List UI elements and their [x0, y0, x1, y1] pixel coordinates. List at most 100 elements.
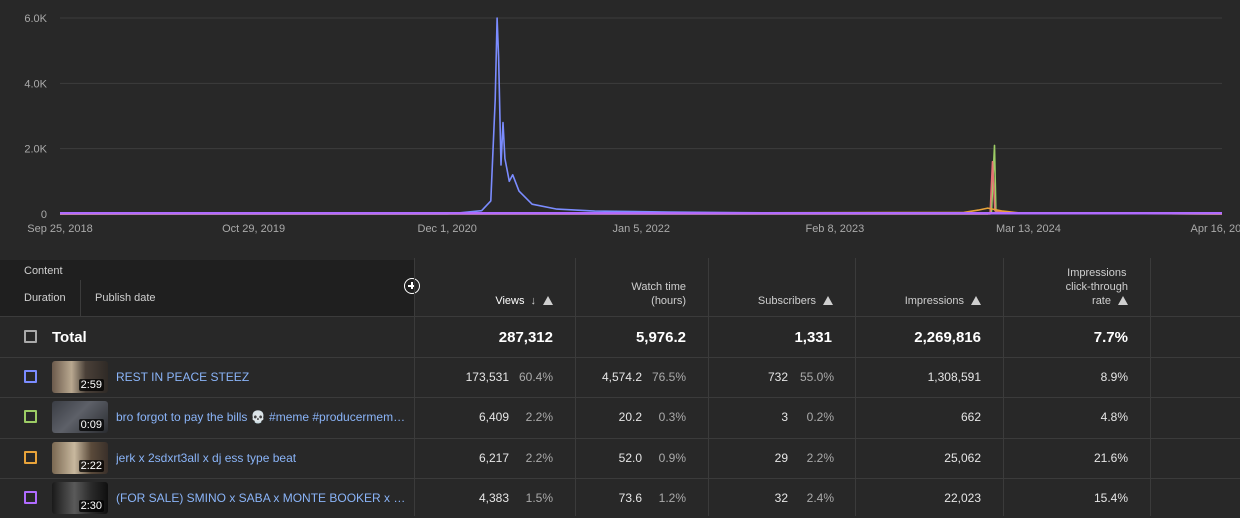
table-header: Content Duration Publish date Views ↓ Wat…	[0, 258, 1240, 316]
table-row[interactable]: 2:30 (FOR SALE) SMINO x SABA x MONTE BOO…	[0, 478, 1240, 518]
x-tick-label: Feb 8, 2023	[805, 223, 864, 235]
watch-time-header-line2: (hours)	[631, 294, 686, 308]
subscribers-percent: 0.2%	[807, 410, 834, 424]
warning-icon[interactable]	[971, 296, 981, 305]
ctr-value: 21.6%	[1094, 451, 1128, 465]
chart-series	[60, 18, 1222, 214]
ctr-value: 4.8%	[1101, 410, 1128, 424]
watch-time-percent: 0.9%	[659, 451, 686, 465]
duration-badge: 0:09	[79, 419, 104, 431]
ctr-header-line1: Impressions	[1066, 266, 1128, 280]
duration-sort-button[interactable]: Duration	[24, 292, 66, 304]
total-views: 287,312	[499, 329, 553, 346]
total-row: Total 287,312 5,976.2 1,331 2,269,816 7.…	[0, 316, 1240, 357]
video-thumbnail[interactable]: 0:09	[52, 401, 108, 433]
x-tick-label: Apr 16, 2025	[1191, 223, 1240, 235]
watch-time-percent: 1.2%	[659, 491, 686, 505]
watch-time-percent: 76.5%	[652, 370, 686, 384]
views-value: 6,409	[479, 410, 509, 424]
watch-time-header-line1: Watch time	[631, 280, 686, 294]
total-ctr: 7.7%	[1094, 329, 1128, 346]
column-header-watch-time[interactable]: Watch time(hours)	[575, 258, 708, 316]
column-header-subscribers[interactable]: Subscribers	[708, 258, 855, 316]
watch-time-value: 73.6	[619, 491, 642, 505]
table-row[interactable]: 0:09 bro forgot to pay the bills 💀 #meme…	[0, 397, 1240, 437]
views-value: 173,531	[466, 370, 509, 384]
x-tick-label: Oct 29, 2019	[222, 223, 285, 235]
content-table: Content Duration Publish date Views ↓ Wat…	[0, 258, 1240, 516]
content-subheader: Duration Publish date	[0, 280, 414, 316]
views-header-label: Views	[495, 295, 524, 307]
warning-icon[interactable]	[823, 296, 833, 305]
content-label: Content	[24, 265, 63, 277]
y-tick-label: 0	[41, 209, 47, 221]
ctr-header-line3: rate	[1092, 295, 1111, 307]
y-tick-label: 2.0K	[24, 144, 47, 156]
views-percent: 1.5%	[526, 491, 553, 505]
series-line-blue	[60, 18, 1222, 214]
watch-time-value: 20.2	[619, 410, 642, 424]
views-line-chart: 0 2.0K 4.0K 6.0K Sep 25, 2018 Oct 29, 2019 De…	[0, 0, 1240, 258]
watch-time-value: 4,574.2	[602, 370, 642, 384]
table-row[interactable]: 2:22 jerk x 2sdxrt3all x dj ess type bea…	[0, 438, 1240, 478]
video-thumbnail[interactable]: 2:30	[52, 482, 108, 514]
duration-badge: 2:30	[79, 500, 104, 512]
x-tick-label: Dec 1, 2020	[418, 223, 477, 235]
subscribers-value: 32	[775, 491, 788, 505]
views-value: 4,383	[479, 491, 509, 505]
video-thumbnail[interactable]: 2:22	[52, 442, 108, 474]
watch-time-percent: 0.3%	[659, 410, 686, 424]
row-checkbox[interactable]	[24, 451, 37, 464]
warning-icon[interactable]	[1118, 296, 1128, 305]
video-title-link[interactable]: bro forgot to pay the bills 💀 #meme #pro…	[116, 410, 406, 424]
subscribers-percent: 2.2%	[807, 451, 834, 465]
divider	[80, 280, 81, 316]
row-checkbox[interactable]	[24, 410, 37, 423]
ctr-header-line2: click-through	[1066, 280, 1128, 294]
column-header-ctr[interactable]: Impressions click-through rate	[1003, 258, 1150, 316]
x-tick-label: Jan 5, 2022	[612, 223, 670, 235]
row-checkbox[interactable]	[24, 370, 37, 383]
column-header-views[interactable]: Views ↓	[414, 258, 575, 316]
subscribers-value: 3	[781, 410, 788, 424]
video-thumbnail[interactable]: 2:59	[52, 361, 108, 393]
column-header-impressions[interactable]: Impressions	[855, 258, 1003, 316]
chart-grid	[60, 18, 1222, 214]
views-percent: 2.2%	[526, 410, 553, 424]
warning-icon[interactable]	[543, 296, 553, 305]
content-header: Content	[0, 260, 414, 280]
total-label: Total	[52, 329, 87, 346]
series-line-green	[60, 145, 1222, 214]
subscribers-value: 29	[775, 451, 788, 465]
y-axis-ticks: 0 2.0K 4.0K 6.0K	[24, 13, 47, 221]
impressions-value: 25,062	[944, 451, 981, 465]
x-tick-label: Sep 25, 2018	[27, 223, 92, 235]
video-title-link[interactable]: (FOR SALE) SMINO x SABA x MONTE BOOKER x…	[116, 491, 406, 505]
row-checkbox[interactable]	[24, 491, 37, 504]
y-tick-label: 4.0K	[24, 78, 47, 90]
video-title-link[interactable]: REST IN PEACE STEEZ	[116, 370, 406, 384]
video-title-link[interactable]: jerk x 2sdxrt3all x dj ess type beat	[116, 451, 406, 465]
ctr-value: 8.9%	[1101, 370, 1128, 384]
impressions-value: 662	[961, 410, 981, 424]
views-percent: 2.2%	[526, 451, 553, 465]
subscribers-percent: 2.4%	[807, 491, 834, 505]
impressions-header-label: Impressions	[905, 295, 964, 307]
series-line-red	[60, 162, 1222, 214]
total-watch-time: 5,976.2	[636, 329, 686, 346]
impressions-value: 1,308,591	[928, 370, 981, 384]
x-tick-label: Mar 13, 2024	[996, 223, 1061, 235]
y-tick-label: 6.0K	[24, 13, 47, 25]
duration-badge: 2:22	[79, 460, 104, 472]
duration-badge: 2:59	[79, 379, 104, 391]
subscribers-header-label: Subscribers	[758, 295, 816, 307]
subscribers-value: 732	[768, 370, 788, 384]
views-value: 6,217	[479, 451, 509, 465]
table-row[interactable]: 2:59 REST IN PEACE STEEZ 173,531 60.4% 4…	[0, 357, 1240, 397]
sort-down-arrow-icon: ↓	[531, 294, 537, 308]
total-checkbox[interactable]	[24, 330, 37, 343]
total-impressions: 2,269,816	[914, 329, 981, 346]
impressions-value: 22,023	[944, 491, 981, 505]
publish-date-sort-button[interactable]: Publish date	[95, 292, 156, 304]
x-axis-ticks: Sep 25, 2018 Oct 29, 2019 Dec 1, 2020 Jan 5…	[27, 223, 1240, 235]
